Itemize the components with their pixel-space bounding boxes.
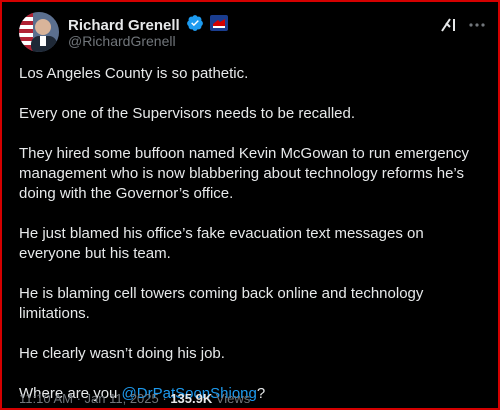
tweet-paragraph: Every one of the Supervisors needs to be… — [19, 105, 356, 122]
tweet-paragraph: He clearly wasn’t doing his job. — [19, 345, 225, 362]
views-count: 135.9K — [170, 391, 213, 406]
tweet-time[interactable]: 11:10 AM — [19, 391, 73, 406]
meta-separator: · — [72, 391, 85, 406]
author-handle[interactable]: @RichardGrenell — [68, 33, 176, 49]
tweet-text-suffix: ? — [256, 385, 266, 402]
tweet-paragraph: He is blaming cell towers coming back on… — [19, 285, 424, 322]
tweet-date[interactable]: Jan 11, 2025 — [85, 391, 159, 406]
author-avatar[interactable] — [19, 12, 59, 52]
author-name[interactable]: Richard Grenell — [68, 17, 180, 34]
verified-badge-icon — [186, 14, 204, 37]
views-label: Views — [212, 391, 251, 406]
grok-icon[interactable] — [438, 14, 460, 36]
tweet-card: Richard Grenell @RichardGrenell Los Ange… — [2, 2, 498, 408]
affiliation-badge-icon[interactable] — [209, 15, 228, 36]
meta-separator: · — [158, 391, 171, 406]
tweet-paragraph: They hired some buffoon named Kevin McGo… — [19, 145, 469, 202]
tweet-meta: 11:10 AM · Jan 11, 2025 · 135.9K Views — [19, 391, 250, 406]
tweet-paragraph: Los Angeles County is so pathetic. — [19, 65, 249, 82]
more-options-icon[interactable] — [466, 14, 488, 36]
tweet-paragraph: He just blamed his office’s fake evacuat… — [19, 225, 424, 262]
tweet-text: Los Angeles County is so pathetic. Every… — [19, 64, 484, 404]
